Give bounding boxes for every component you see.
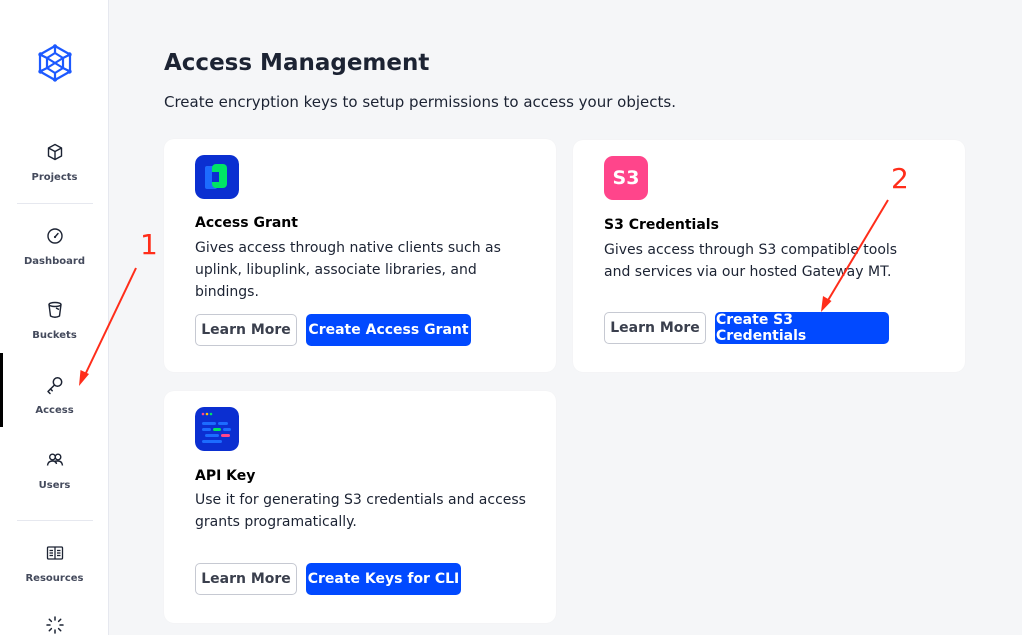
sidebar-item-label: Users (38, 480, 71, 491)
sidebar: Projects Dashboard Buckets Access Users … (0, 0, 109, 635)
access-grant-learn-more-button[interactable]: Learn More (195, 314, 297, 346)
sidebar-item-label: Resources (25, 573, 84, 584)
cube-icon (47, 143, 62, 161)
book-icon (46, 546, 63, 560)
sidebar-item-label: Dashboard (24, 256, 85, 267)
sidebar-item-access[interactable]: Access (0, 353, 109, 435)
page-subtitle: Create encryption keys to setup permissi… (164, 93, 676, 111)
sidebar-item-buckets[interactable]: Buckets (0, 298, 109, 360)
api-key-icon (195, 407, 239, 451)
access-grant-card: Access Grant Gives access through native… (164, 139, 556, 372)
sidebar-divider (17, 520, 93, 521)
users-icon (46, 453, 63, 466)
annotation-label-2: 2 (891, 162, 909, 195)
card-title: S3 Credentials (604, 217, 719, 233)
loading-spinner-icon (46, 616, 64, 634)
gauge-icon (46, 228, 63, 244)
access-grant-icon (195, 155, 239, 199)
annotation-label-1: 1 (140, 228, 158, 261)
bucket-icon (47, 301, 62, 318)
create-s3-credentials-button[interactable]: Create S3 Credentials (715, 312, 889, 344)
s3-icon-text: S3 (612, 167, 640, 189)
sidebar-divider (17, 203, 93, 204)
sidebar-item-label: Projects (31, 172, 78, 183)
card-title: API Key (195, 468, 256, 484)
api-key-card: API Key Use it for generating S3 credent… (164, 391, 556, 623)
sidebar-item-label: Buckets (32, 330, 77, 341)
create-keys-for-cli-button[interactable]: Create Keys for CLI (306, 563, 461, 595)
sidebar-item-users[interactable]: Users (0, 448, 109, 510)
card-description: Gives access through S3 compatible tools… (604, 242, 898, 280)
page-title: Access Management (164, 50, 430, 76)
card-description: Use it for generating S3 credentials and… (195, 492, 526, 530)
key-icon (46, 377, 62, 395)
s3-icon: S3 (604, 156, 648, 200)
storj-logo-icon[interactable] (36, 44, 74, 82)
s3-learn-more-button[interactable]: Learn More (604, 312, 706, 344)
main-content: Access Management Create encryption keys… (110, 0, 1022, 635)
sidebar-item-label: Access (35, 405, 74, 416)
sidebar-item-dashboard[interactable]: Dashboard (0, 224, 109, 286)
card-title: Access Grant (195, 215, 298, 231)
create-access-grant-button[interactable]: Create Access Grant (306, 314, 471, 346)
sidebar-item-projects[interactable]: Projects (0, 140, 109, 202)
card-description: Gives access through native clients such… (195, 240, 501, 300)
sidebar-item-resources[interactable]: Resources (0, 541, 109, 603)
api-key-learn-more-button[interactable]: Learn More (195, 563, 297, 595)
